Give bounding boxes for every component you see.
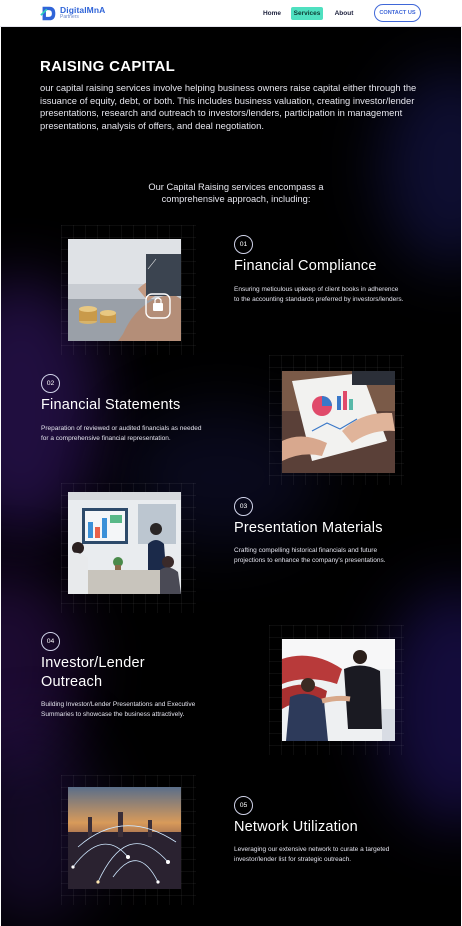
- service-description: Preparation of reviewed or audited finan…: [41, 425, 202, 443]
- step-number: 03: [234, 497, 253, 516]
- site-header: DigitalMnA Partners Home Services About …: [0, 0, 462, 27]
- logo-mark-icon: [40, 6, 56, 20]
- logo-name: DigitalMnA: [60, 4, 106, 15]
- financial-statements-image: [282, 371, 395, 473]
- financial-compliance-image: [68, 239, 181, 341]
- step-number: 05: [234, 796, 253, 815]
- hero-description: our capital raising services involve hel…: [40, 82, 417, 131]
- step-number: 01: [234, 235, 253, 254]
- service-description: Leveraging our extensive network to cura…: [234, 846, 390, 864]
- network-utilization-image: [68, 787, 181, 889]
- service-title-line-2: Outreach: [41, 674, 103, 690]
- service-title: Presentation Materials: [234, 520, 383, 536]
- contact-us-button[interactable]: CONTACT US: [374, 4, 421, 22]
- services-intro: Our Capital Raising services encompass a…: [148, 182, 324, 204]
- service-title: Network Utilization: [234, 819, 358, 835]
- presentation-materials-image: [68, 492, 181, 594]
- nav-about[interactable]: About: [331, 7, 357, 20]
- services-section: RAISING CAPITAL our capital raising serv…: [1, 27, 461, 926]
- service-description: Crafting compelling historical financial…: [234, 547, 386, 565]
- nav-services[interactable]: Services: [291, 7, 323, 20]
- logo[interactable]: DigitalMnA Partners: [40, 4, 105, 22]
- step-number: 04: [41, 632, 60, 651]
- service-title: Financial Statements: [41, 397, 181, 413]
- service-description: Ensuring meticulous upkeep of client boo…: [234, 286, 404, 304]
- service-description: Building Investor/Lender Presentations a…: [41, 701, 196, 719]
- step-number: 02: [41, 374, 60, 393]
- investor-outreach-image: [282, 639, 395, 741]
- service-title: Financial Compliance: [234, 258, 377, 274]
- page-title: RAISING CAPITAL: [40, 58, 176, 75]
- logo-subtitle: Partners: [60, 14, 79, 21]
- nav-home[interactable]: Home: [259, 7, 285, 20]
- service-title-line-1: Investor/Lender: [41, 655, 145, 671]
